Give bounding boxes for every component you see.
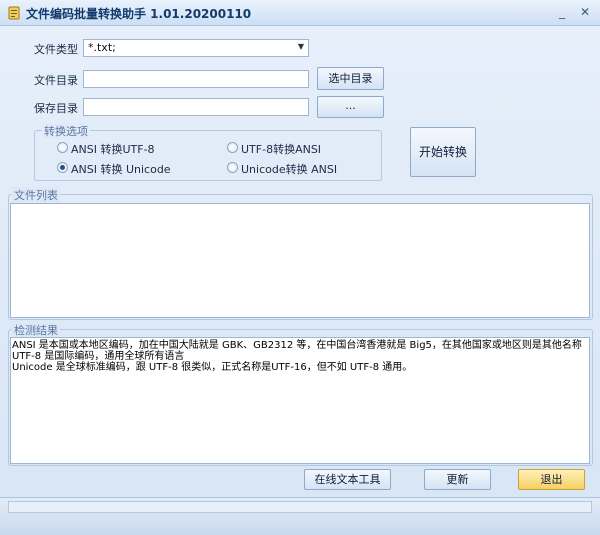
start-convert-button[interactable]: 开始转换 <box>410 127 476 177</box>
file-type-label: 文件类型 <box>34 43 78 56</box>
chevron-down-icon[interactable]: ▼ <box>298 42 304 51</box>
title-bar: 文件编码批量转换助手 1.01.20200110 _ ✕ <box>0 0 600 26</box>
file-type-value: *.txt; <box>88 41 116 54</box>
save-dir-label: 保存目录 <box>34 102 78 115</box>
result-line: Unicode 是全球标准编码，跟 UTF-8 很类似，正式名称是UTF-16，… <box>12 362 413 373</box>
update-button[interactable]: 更新 <box>424 469 491 490</box>
file-list[interactable] <box>10 203 590 318</box>
radio-ansi-to-utf8[interactable] <box>57 142 68 153</box>
select-dir-button[interactable]: 选中目录 <box>317 67 384 90</box>
minimize-button[interactable]: _ <box>552 4 572 22</box>
radio-label: ANSI 转换UTF-8 <box>71 143 155 156</box>
result-line: ANSI 是本国或本地区编码，加在中国大陆就是 GBK、GB2312 等，在中国… <box>12 340 582 351</box>
file-type-select[interactable]: *.txt; ▼ <box>83 39 309 57</box>
result-line: UTF-8 是国际编码，通用全球所有语言 <box>12 351 185 362</box>
browse-button[interactable]: ... <box>317 96 384 118</box>
file-dir-input[interactable] <box>83 70 309 88</box>
radio-ansi-to-unicode[interactable] <box>57 162 68 173</box>
online-text-tool-button[interactable]: 在线文本工具 <box>304 469 391 490</box>
close-button[interactable]: ✕ <box>575 4 595 22</box>
file-list-legend: 文件列表 <box>12 187 60 203</box>
file-dir-label: 文件目录 <box>34 74 78 87</box>
radio-label: UTF-8转换ANSI <box>241 143 322 156</box>
save-dir-input[interactable] <box>83 98 309 116</box>
radio-utf8-to-ansi[interactable] <box>227 142 238 153</box>
progress-bar <box>8 501 592 513</box>
radio-unicode-to-ansi[interactable] <box>227 162 238 173</box>
radio-label: ANSI 转换 Unicode <box>71 163 171 176</box>
exit-button[interactable]: 退出 <box>518 469 585 490</box>
results-legend: 检测结果 <box>12 322 60 338</box>
options-legend: 转换选项 <box>42 123 90 139</box>
status-bar <box>0 497 600 535</box>
app-icon <box>8 6 20 20</box>
radio-label: Unicode转换 ANSI <box>241 163 338 176</box>
results-textarea[interactable]: ANSI 是本国或本地区编码，加在中国大陆就是 GBK、GB2312 等，在中国… <box>10 337 590 464</box>
window-title: 文件编码批量转换助手 1.01.20200110 <box>26 7 252 21</box>
